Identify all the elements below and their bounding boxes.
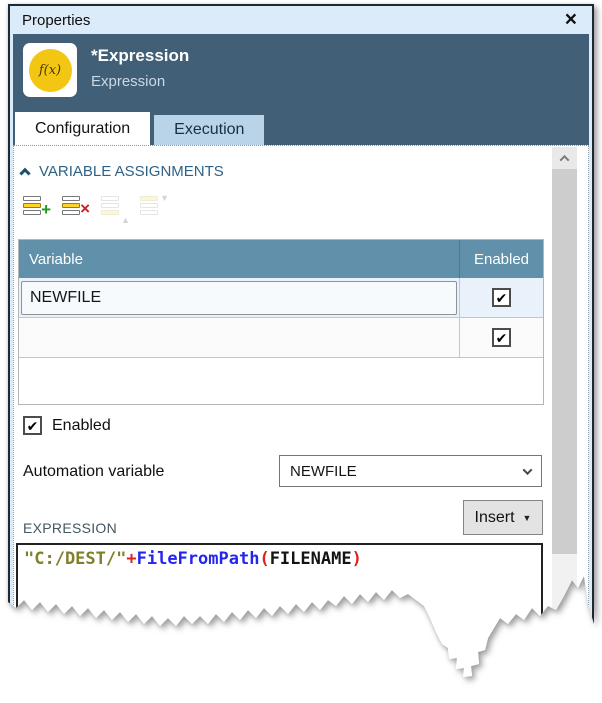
close-icon[interactable]: ×	[562, 10, 580, 30]
row-enabled-checkbox[interactable]: ✔	[492, 288, 511, 307]
section-title: VARIABLE ASSIGNMENTS	[39, 163, 224, 180]
expression-icon: f(x)	[23, 43, 77, 97]
expression-code[interactable]: "C:/DEST/"+FileFromPath(FILENAME)	[16, 543, 543, 703]
screenshot: Properties × f(x) *Expression Expression…	[0, 0, 602, 703]
column-header-variable: Variable	[19, 251, 459, 268]
bar	[140, 196, 158, 201]
enabled-checkbox[interactable]: ✔	[23, 416, 42, 435]
automation-variable-value: NEWFILE	[290, 463, 357, 480]
insert-button-label: Insert	[475, 509, 515, 527]
bar	[101, 196, 119, 201]
tab-strip: Configuration Execution	[13, 112, 589, 145]
add-row-icon[interactable]	[23, 196, 53, 223]
move-row-down-icon[interactable]	[140, 196, 170, 223]
bar	[101, 210, 119, 215]
tab-execution[interactable]: Execution	[154, 115, 264, 145]
scroll-up-button[interactable]	[552, 147, 577, 169]
variable-assignments-section-header[interactable]: VARIABLE ASSIGNMENTS	[21, 163, 224, 180]
collapse-chevron-icon	[19, 167, 30, 178]
header-titles: *Expression Expression	[91, 43, 189, 97]
variable-table: Variable Enabled NEWFILE ✔	[18, 239, 544, 405]
scrollbar-thumb[interactable]	[552, 169, 577, 554]
action-header-top: f(x) *Expression Expression	[13, 34, 589, 97]
variable-cell: NEWFILE	[19, 278, 459, 317]
column-header-enabled: Enabled	[459, 240, 543, 278]
enabled-cell: ✔	[459, 278, 543, 317]
table-row: ✔	[19, 318, 543, 358]
window-title: Properties	[22, 12, 90, 29]
configuration-panel: VARIABLE ASSIGNMENTS	[13, 145, 589, 693]
row-enabled-checkbox[interactable]: ✔	[492, 328, 511, 347]
move-row-up-icon[interactable]	[101, 196, 131, 223]
table-header-row: Variable Enabled	[19, 240, 543, 278]
vertical-scrollbar[interactable]	[552, 147, 577, 691]
variable-cell[interactable]	[19, 318, 459, 357]
action-title: *Expression	[91, 46, 189, 66]
enabled-field: ✔ Enabled	[23, 416, 111, 435]
properties-window: Properties × f(x) *Expression Expression…	[8, 4, 594, 696]
bar	[140, 210, 158, 215]
automation-variable-label: Automation variable	[23, 463, 164, 481]
variable-cell-editor[interactable]: NEWFILE	[21, 281, 457, 315]
row-toolbar	[23, 196, 179, 223]
bar	[23, 196, 41, 201]
automation-variable-combobox[interactable]: NEWFILE	[279, 455, 542, 487]
delete-row-icon[interactable]	[62, 196, 92, 223]
window-frame: Properties × f(x) *Expression Expression…	[8, 4, 594, 696]
bar	[140, 203, 158, 208]
chevron-down-icon	[523, 465, 533, 475]
title-bar: Properties ×	[13, 6, 589, 34]
tab-configuration[interactable]: Configuration	[15, 112, 150, 145]
bar	[101, 203, 119, 208]
enabled-cell: ✔	[459, 318, 543, 357]
fx-icon: f(x)	[29, 49, 72, 92]
bar	[23, 203, 41, 208]
action-header: f(x) *Expression Expression Configuratio…	[13, 34, 589, 145]
insert-button[interactable]: Insert ▼	[463, 500, 543, 535]
bar	[62, 210, 80, 215]
table-row: NEWFILE ✔	[19, 278, 543, 318]
bar	[23, 210, 41, 215]
expression-label: EXPRESSION	[23, 520, 117, 536]
action-subtitle: Expression	[91, 73, 189, 90]
insert-caret-icon: ▼	[523, 513, 532, 523]
table-empty-area	[19, 358, 543, 404]
bar	[62, 203, 80, 208]
enabled-label: Enabled	[52, 417, 111, 435]
scroll-up-chevron-icon	[560, 154, 570, 164]
bar	[62, 196, 80, 201]
